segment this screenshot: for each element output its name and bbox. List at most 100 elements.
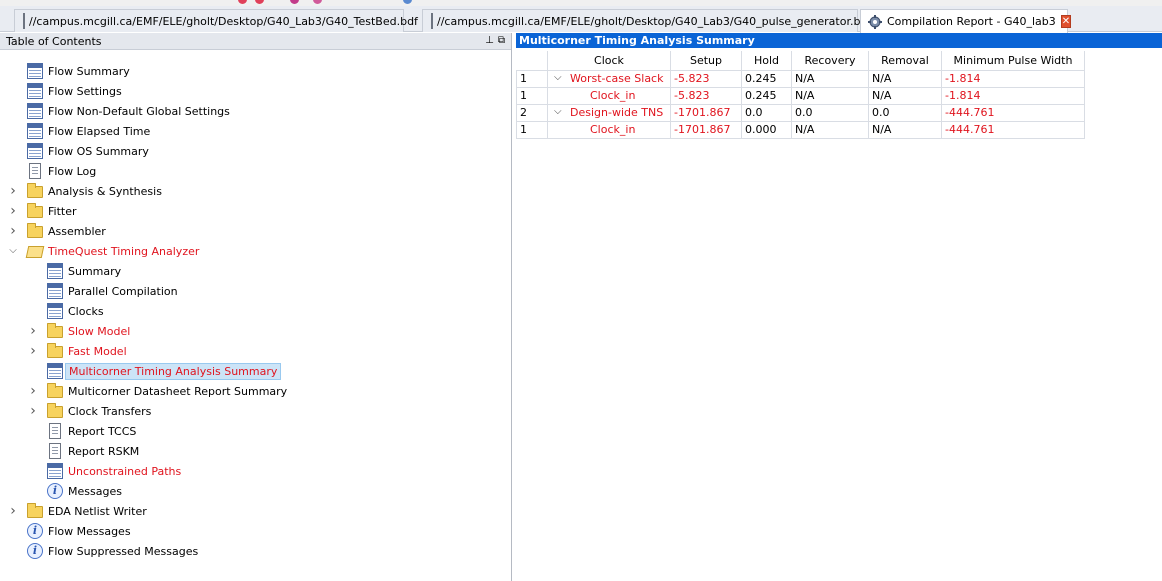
- recovery-cell: N/A: [791, 86, 869, 105]
- tab-label: //campus.mcgill.ca/EMF/ELE/gholt/Desktop…: [437, 14, 872, 28]
- toc-item-report-tccs[interactable]: Report TCCS: [0, 421, 511, 441]
- pin-icon[interactable]: ⊥: [485, 35, 494, 46]
- toc-item-label: Parallel Compilation: [68, 284, 178, 298]
- toc-item-flow-suppressed-messages[interactable]: i Flow Suppressed Messages: [0, 541, 511, 561]
- column-header-min-pulse-width[interactable]: Minimum Pulse Width: [941, 51, 1085, 71]
- chevron-right-icon[interactable]: ›: [28, 404, 38, 418]
- toc-item-flow-os-summary[interactable]: Flow OS Summary: [0, 141, 511, 161]
- removal-cell: 0.0: [868, 103, 942, 122]
- toc-item-flow-summary[interactable]: Flow Summary: [0, 61, 511, 81]
- clock-label: Worst-case Slack: [570, 72, 664, 85]
- removal-cell: N/A: [868, 86, 942, 105]
- table-report-icon: [27, 123, 43, 139]
- toc-item-label: Flow Messages: [48, 524, 131, 538]
- column-header-removal[interactable]: Removal: [868, 51, 942, 71]
- setup-cell: -1701.867: [670, 120, 742, 139]
- folder-icon: [47, 403, 63, 418]
- row-number: 1: [516, 69, 548, 88]
- clock-cell: Clock_in: [547, 86, 671, 105]
- toc-item-clocks[interactable]: Clocks: [0, 301, 511, 321]
- chevron-right-icon[interactable]: ›: [28, 344, 38, 358]
- mpw-cell: -444.761: [941, 103, 1085, 122]
- toc-item-flow-elapsed-time[interactable]: Flow Elapsed Time: [0, 121, 511, 141]
- chevron-down-icon[interactable]: ⌵: [554, 106, 562, 117]
- float-window-icon[interactable]: ⧉: [498, 35, 505, 46]
- chevron-right-icon[interactable]: ›: [8, 204, 18, 218]
- toc-item-fitter[interactable]: › Fitter: [0, 201, 511, 221]
- toc-item-label: Multicorner Timing Analysis Summary: [65, 362, 282, 380]
- toc-item-flow-settings[interactable]: Flow Settings: [0, 81, 511, 101]
- table-report-icon: [27, 83, 43, 99]
- toc-item-assembler[interactable]: › Assembler: [0, 221, 511, 241]
- toc-item-messages[interactable]: i Messages: [0, 481, 511, 501]
- column-header-recovery[interactable]: Recovery: [791, 51, 869, 71]
- toc-item-label: EDA Netlist Writer: [48, 504, 147, 518]
- toc-item-unconstrained-paths[interactable]: Unconstrained Paths: [0, 461, 511, 481]
- toc-item-report-rskm[interactable]: Report RSKM: [0, 441, 511, 461]
- toc-item-label: Flow Elapsed Time: [48, 124, 151, 138]
- toc-item-analysis-synthesis[interactable]: › Analysis & Synthesis: [0, 181, 511, 201]
- table-row[interactable]: 1 ⌵ Worst-case Slack -5.823 0.245 N/A N/A -1.81…: [516, 69, 1085, 88]
- table-row[interactable]: 1 Clock_in -1701.867 0.000 N/A N/A -444.761: [516, 120, 1085, 139]
- toc-item-label: Multicorner Datasheet Report Summary: [68, 384, 288, 398]
- toc-item-label: Flow Log: [48, 164, 97, 178]
- toc-item-timequest-timing-analyzer[interactable]: ⌵ TimeQuest Timing Analyzer: [0, 241, 511, 261]
- chevron-right-icon[interactable]: ›: [8, 224, 18, 238]
- toc-item-label: Flow Non-Default Global Settings: [48, 104, 230, 118]
- column-header-setup[interactable]: Setup: [670, 51, 742, 71]
- close-icon[interactable]: ✕: [1060, 15, 1072, 28]
- tab-label: Compilation Report - G40_lab3: [887, 15, 1056, 28]
- mpw-cell: -444.761: [941, 120, 1085, 139]
- toc-item-eda-netlist-writer[interactable]: › EDA Netlist Writer: [0, 501, 511, 521]
- report-title: Multicorner Timing Analysis Summary: [516, 33, 1162, 48]
- toc-item-clock-transfers[interactable]: › Clock Transfers: [0, 401, 511, 421]
- toc-item-multicorner-timing-analysis-summary[interactable]: Multicorner Timing Analysis Summary: [0, 361, 511, 381]
- recovery-cell: N/A: [791, 120, 869, 139]
- toc-item-label: TimeQuest Timing Analyzer: [48, 244, 200, 258]
- toc-item-label: Assembler: [48, 224, 106, 238]
- toc-item-multicorner-datasheet-report-summary[interactable]: › Multicorner Datasheet Report Summary: [0, 381, 511, 401]
- table-report-icon: [47, 263, 63, 279]
- chevron-down-icon[interactable]: ⌵: [8, 246, 18, 256]
- toc-item-label: Flow OS Summary: [48, 144, 149, 158]
- removal-cell: N/A: [868, 120, 942, 139]
- hold-cell: 0.245: [741, 69, 792, 88]
- toc-item-label: Report TCCS: [68, 424, 137, 438]
- toc-tree: Flow Summary Flow Settings Flow Non-Defaul…: [0, 50, 511, 561]
- text-report-icon: [49, 423, 61, 439]
- toc-item-label: Messages: [68, 484, 122, 498]
- toc-item-label: Clock Transfers: [68, 404, 152, 418]
- toc-item-slow-model[interactable]: › Slow Model: [0, 321, 511, 341]
- toc-item-label: Flow Summary: [48, 64, 130, 78]
- column-header-clock[interactable]: Clock: [547, 51, 671, 71]
- table-header-row: Clock Setup Hold Recovery Removal Minimu…: [516, 51, 1085, 71]
- table-report-icon: [47, 283, 63, 299]
- folder-icon: [27, 223, 43, 238]
- tab-compilation-report[interactable]: Compilation Report - G40_lab3 ✕: [860, 9, 1072, 33]
- table-of-contents-panel: Table of Contents ⊥ ⧉ Flow Summary Flow S…: [0, 33, 512, 581]
- toc-item-flow-log[interactable]: Flow Log: [0, 161, 511, 181]
- toc-item-flow-messages[interactable]: i Flow Messages: [0, 521, 511, 541]
- toc-item-label: Unconstrained Paths: [68, 464, 182, 478]
- chevron-right-icon[interactable]: ›: [28, 324, 38, 338]
- column-header-rownum: [516, 51, 548, 71]
- chevron-right-icon[interactable]: ›: [28, 384, 38, 398]
- table-report-icon: [47, 363, 63, 379]
- chevron-right-icon[interactable]: ›: [8, 184, 18, 198]
- toc-item-label: Fast Model: [68, 344, 127, 358]
- toc-item-parallel-compilation[interactable]: Parallel Compilation: [0, 281, 511, 301]
- table-row[interactable]: 2 ⌵ Design-wide TNS -1701.867 0.0 0.0 0.0 -444.…: [516, 103, 1085, 122]
- toc-item-flow-non-default-global-settings[interactable]: Flow Non-Default Global Settings: [0, 101, 511, 121]
- toc-item-label: Flow Suppressed Messages: [48, 544, 199, 558]
- clock-cell: Clock_in: [547, 120, 671, 139]
- chevron-down-icon[interactable]: ⌵: [554, 72, 562, 83]
- report-panel: Multicorner Timing Analysis Summary Cloc…: [516, 33, 1162, 581]
- column-header-hold[interactable]: Hold: [741, 51, 792, 71]
- row-number: 1: [516, 86, 548, 105]
- tab-pulse-generator-bdf[interactable]: //campus.mcgill.ca/EMF/ELE/gholt/Desktop…: [422, 9, 887, 32]
- chevron-right-icon[interactable]: ›: [8, 504, 18, 518]
- tab-testbed-bdf[interactable]: //campus.mcgill.ca/EMF/ELE/gholt/Desktop…: [14, 9, 434, 32]
- table-row[interactable]: 1 Clock_in -5.823 0.245 N/A N/A -1.814: [516, 86, 1085, 105]
- toc-item-summary[interactable]: Summary: [0, 261, 511, 281]
- toc-item-fast-model[interactable]: › Fast Model: [0, 341, 511, 361]
